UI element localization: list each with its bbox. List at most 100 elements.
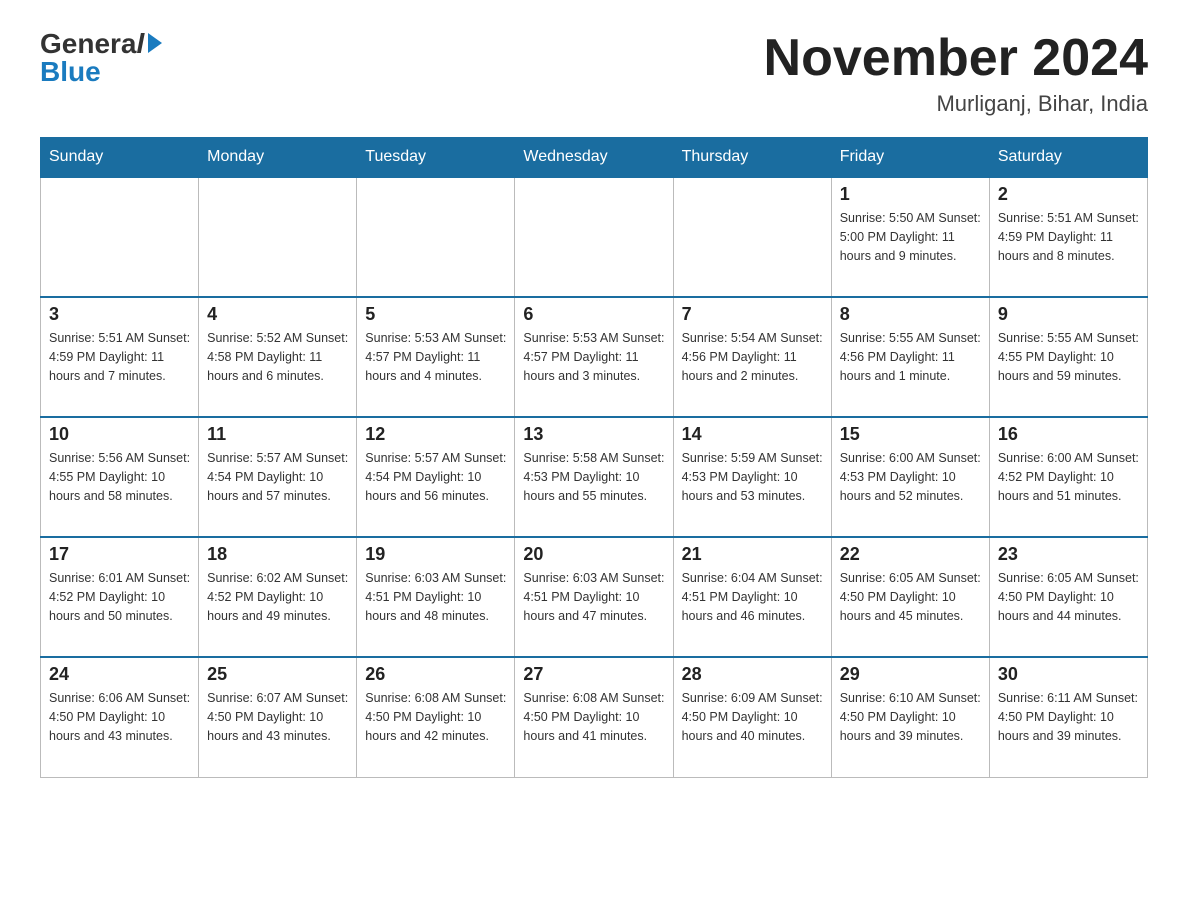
calendar-week-row: 17 Sunrise: 6:01 AM Sunset: 4:52 PM Dayli…	[41, 537, 1148, 657]
calendar-cell: 25Sunrise: 6:07 AM Sunset: 4:50 PM Dayli…	[199, 657, 357, 777]
title-block: November 2024 Murliganj, Bihar, India	[764, 30, 1148, 117]
day-info: Sunrise: 6:00 AM Sunset: 4:52 PM Dayligh…	[998, 449, 1139, 505]
logo-general-text: General	[40, 30, 162, 58]
day-number: 12	[365, 424, 506, 445]
calendar-cell: 9 Sunrise: 5:55 AM Sunset: 4:55 PM Daylig…	[989, 297, 1147, 417]
day-info: Sunrise: 6:06 AM Sunset: 4:50 PM Dayligh…	[49, 689, 190, 745]
day-info: Sunrise: 6:08 AM Sunset: 4:50 PM Dayligh…	[523, 689, 664, 745]
day-info: Sunrise: 6:04 AM Sunset: 4:51 PM Dayligh…	[682, 569, 823, 625]
calendar-week-row: 10 Sunrise: 5:56 AM Sunset: 4:55 PM Dayli…	[41, 417, 1148, 537]
calendar-cell: 6 Sunrise: 5:53 AM Sunset: 4:57 PM Daylig…	[515, 297, 673, 417]
day-info: Sunrise: 6:01 AM Sunset: 4:52 PM Dayligh…	[49, 569, 190, 625]
day-info: Sunrise: 6:02 AM Sunset: 4:52 PM Dayligh…	[207, 569, 348, 625]
day-info: Sunrise: 5:52 AM Sunset: 4:58 PM Dayligh…	[207, 329, 348, 385]
calendar-cell: 22 Sunrise: 6:05 AM Sunset: 4:50 PM Dayli…	[831, 537, 989, 657]
day-info: Sunrise: 5:59 AM Sunset: 4:53 PM Dayligh…	[682, 449, 823, 505]
day-number: 17	[49, 544, 190, 565]
day-number: 22	[840, 544, 981, 565]
calendar-cell: 2Sunrise: 5:51 AM Sunset: 4:59 PM Daylig…	[989, 177, 1147, 297]
calendar-cell: 7Sunrise: 5:54 AM Sunset: 4:56 PM Daylig…	[673, 297, 831, 417]
calendar: SundayMondayTuesdayWednesdayThursdayFrid…	[40, 137, 1148, 778]
day-info: Sunrise: 5:57 AM Sunset: 4:54 PM Dayligh…	[365, 449, 506, 505]
day-number: 20	[523, 544, 664, 565]
calendar-cell	[357, 177, 515, 297]
day-info: Sunrise: 6:00 AM Sunset: 4:53 PM Dayligh…	[840, 449, 981, 505]
day-info: Sunrise: 5:58 AM Sunset: 4:53 PM Dayligh…	[523, 449, 664, 505]
day-info: Sunrise: 5:51 AM Sunset: 4:59 PM Dayligh…	[49, 329, 190, 385]
day-info: Sunrise: 6:08 AM Sunset: 4:50 PM Dayligh…	[365, 689, 506, 745]
day-number: 8	[840, 304, 981, 325]
calendar-header-thursday: Thursday	[673, 138, 831, 178]
day-info: Sunrise: 6:10 AM Sunset: 4:50 PM Dayligh…	[840, 689, 981, 745]
day-number: 1	[840, 184, 981, 205]
calendar-cell: 26 Sunrise: 6:08 AM Sunset: 4:50 PM Dayli…	[357, 657, 515, 777]
day-number: 15	[840, 424, 981, 445]
calendar-header-saturday: Saturday	[989, 138, 1147, 178]
calendar-cell	[199, 177, 357, 297]
day-number: 23	[998, 544, 1139, 565]
calendar-header-tuesday: Tuesday	[357, 138, 515, 178]
calendar-week-row: 3Sunrise: 5:51 AM Sunset: 4:59 PM Daylig…	[41, 297, 1148, 417]
day-number: 26	[365, 664, 506, 685]
calendar-cell: 20Sunrise: 6:03 AM Sunset: 4:51 PM Dayli…	[515, 537, 673, 657]
day-number: 13	[523, 424, 664, 445]
day-number: 5	[365, 304, 506, 325]
calendar-cell: 13 Sunrise: 5:58 AM Sunset: 4:53 PM Dayli…	[515, 417, 673, 537]
calendar-cell: 30 Sunrise: 6:11 AM Sunset: 4:50 PM Dayli…	[989, 657, 1147, 777]
day-number: 18	[207, 544, 348, 565]
day-number: 21	[682, 544, 823, 565]
calendar-cell: 23 Sunrise: 6:05 AM Sunset: 4:50 PM Dayli…	[989, 537, 1147, 657]
calendar-header-wednesday: Wednesday	[515, 138, 673, 178]
calendar-cell: 27 Sunrise: 6:08 AM Sunset: 4:50 PM Dayli…	[515, 657, 673, 777]
day-info: Sunrise: 5:53 AM Sunset: 4:57 PM Dayligh…	[523, 329, 664, 385]
day-info: Sunrise: 6:09 AM Sunset: 4:50 PM Dayligh…	[682, 689, 823, 745]
day-info: Sunrise: 5:55 AM Sunset: 4:55 PM Dayligh…	[998, 329, 1139, 385]
day-info: Sunrise: 6:11 AM Sunset: 4:50 PM Dayligh…	[998, 689, 1139, 745]
logo: General Blue	[40, 30, 162, 86]
day-info: Sunrise: 6:07 AM Sunset: 4:50 PM Dayligh…	[207, 689, 348, 745]
day-number: 9	[998, 304, 1139, 325]
calendar-cell: 16 Sunrise: 6:00 AM Sunset: 4:52 PM Dayli…	[989, 417, 1147, 537]
day-info: Sunrise: 6:03 AM Sunset: 4:51 PM Dayligh…	[365, 569, 506, 625]
day-info: Sunrise: 6:05 AM Sunset: 4:50 PM Dayligh…	[998, 569, 1139, 625]
calendar-cell: 19 Sunrise: 6:03 AM Sunset: 4:51 PM Dayli…	[357, 537, 515, 657]
calendar-header-monday: Monday	[199, 138, 357, 178]
day-info: Sunrise: 6:05 AM Sunset: 4:50 PM Dayligh…	[840, 569, 981, 625]
calendar-cell	[515, 177, 673, 297]
day-info: Sunrise: 5:51 AM Sunset: 4:59 PM Dayligh…	[998, 209, 1139, 265]
day-info: Sunrise: 5:56 AM Sunset: 4:55 PM Dayligh…	[49, 449, 190, 505]
calendar-week-row: 24 Sunrise: 6:06 AM Sunset: 4:50 PM Dayli…	[41, 657, 1148, 777]
calendar-cell: 28 Sunrise: 6:09 AM Sunset: 4:50 PM Dayli…	[673, 657, 831, 777]
day-number: 27	[523, 664, 664, 685]
day-number: 16	[998, 424, 1139, 445]
calendar-cell	[673, 177, 831, 297]
calendar-cell: 17 Sunrise: 6:01 AM Sunset: 4:52 PM Dayli…	[41, 537, 199, 657]
calendar-cell: 29Sunrise: 6:10 AM Sunset: 4:50 PM Dayli…	[831, 657, 989, 777]
day-info: Sunrise: 5:53 AM Sunset: 4:57 PM Dayligh…	[365, 329, 506, 385]
calendar-cell	[41, 177, 199, 297]
calendar-cell: 5 Sunrise: 5:53 AM Sunset: 4:57 PM Daylig…	[357, 297, 515, 417]
month-title: November 2024	[764, 30, 1148, 87]
day-info: Sunrise: 5:54 AM Sunset: 4:56 PM Dayligh…	[682, 329, 823, 385]
calendar-cell: 10 Sunrise: 5:56 AM Sunset: 4:55 PM Dayli…	[41, 417, 199, 537]
calendar-cell: 14 Sunrise: 5:59 AM Sunset: 4:53 PM Dayli…	[673, 417, 831, 537]
day-number: 14	[682, 424, 823, 445]
logo-blue-text: Blue	[40, 58, 101, 86]
day-number: 24	[49, 664, 190, 685]
calendar-header-row: SundayMondayTuesdayWednesdayThursdayFrid…	[41, 138, 1148, 178]
day-number: 4	[207, 304, 348, 325]
calendar-cell: 15 Sunrise: 6:00 AM Sunset: 4:53 PM Dayli…	[831, 417, 989, 537]
day-number: 30	[998, 664, 1139, 685]
calendar-cell: 21 Sunrise: 6:04 AM Sunset: 4:51 PM Dayli…	[673, 537, 831, 657]
day-number: 6	[523, 304, 664, 325]
day-info: Sunrise: 5:55 AM Sunset: 4:56 PM Dayligh…	[840, 329, 981, 385]
day-number: 11	[207, 424, 348, 445]
calendar-cell: 11Sunrise: 5:57 AM Sunset: 4:54 PM Dayli…	[199, 417, 357, 537]
day-number: 28	[682, 664, 823, 685]
day-info: Sunrise: 5:50 AM Sunset: 5:00 PM Dayligh…	[840, 209, 981, 265]
header: General Blue November 2024 Murliganj, Bi…	[40, 30, 1148, 117]
day-number: 10	[49, 424, 190, 445]
location-title: Murliganj, Bihar, India	[764, 91, 1148, 117]
calendar-cell: 3Sunrise: 5:51 AM Sunset: 4:59 PM Daylig…	[41, 297, 199, 417]
day-number: 19	[365, 544, 506, 565]
